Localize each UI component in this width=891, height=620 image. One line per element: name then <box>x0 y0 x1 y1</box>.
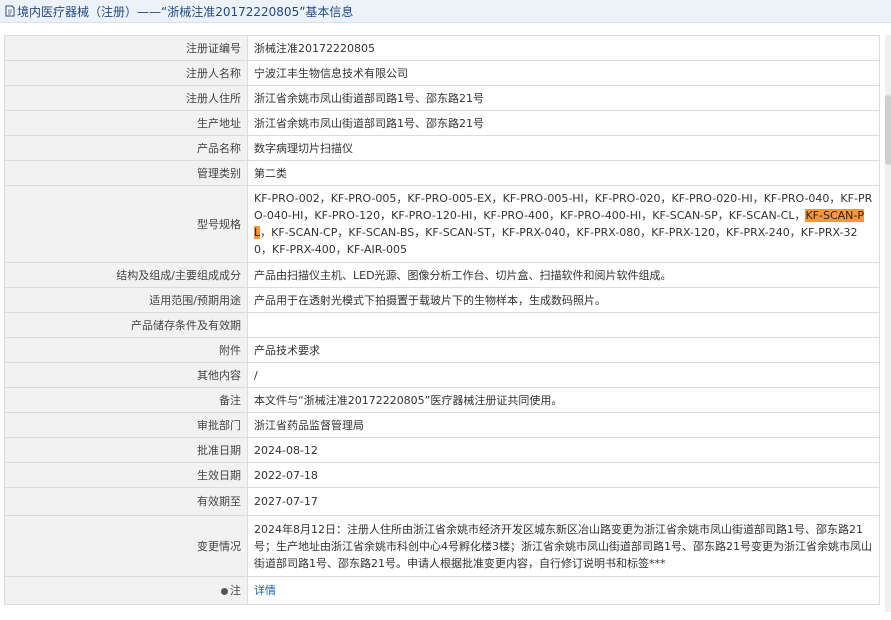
field-label: 型号规格 <box>4 185 248 263</box>
field-value: 浙江省余姚市凤山街道部司路1号、邵东路21号 <box>247 85 880 111</box>
table-row: 生产地址 浙江省余姚市凤山街道部司路1号、邵东路21号 <box>4 110 880 136</box>
note-value-cell: 详情 <box>247 576 880 605</box>
table-row: 注 详情 <box>4 576 880 605</box>
page-header: 境内医疗器械（注册）——“浙械注准20172220805”基本信息 <box>0 0 891 23</box>
field-label: 结构及组成/主要组成成分 <box>4 262 248 288</box>
pin-icon <box>221 587 228 595</box>
field-label: 变更情况 <box>4 515 248 577</box>
field-value: 产品由扫描仪主机、LED光源、图像分析工作台、切片盒、扫描软件和阅片软件组成。 <box>247 262 880 288</box>
field-value: 产品用于在透射光模式下拍摄置于载玻片下的生物样本，生成数码照片。 <box>247 287 880 313</box>
table-row: 变更情况 2024年8月12日：注册人住所由浙江省余姚市经济开发区城东新区冶山路… <box>4 515 880 577</box>
field-value <box>247 312 880 338</box>
field-value: 2024-08-12 <box>247 437 880 463</box>
field-value: 2024年8月12日：注册人住所由浙江省余姚市经济开发区城东新区冶山路变更为浙江… <box>247 515 880 577</box>
field-label: 其他内容 <box>4 362 248 388</box>
field-label: 生产地址 <box>4 110 248 136</box>
info-table: 注册证编号 浙械注准20172220805 注册人名称 宁波江丰生物信息技术有限… <box>4 35 880 605</box>
field-label: 产品储存条件及有效期 <box>4 312 248 338</box>
table-row: 注册人住所 浙江省余姚市凤山街道部司路1号、邵东路21号 <box>4 85 880 111</box>
table-row: 管理类别 第二类 <box>4 160 880 186</box>
field-label: 注册人住所 <box>4 85 248 111</box>
field-label: 注 <box>230 584 241 597</box>
field-label: 备注 <box>4 387 248 413</box>
document-icon <box>5 5 15 17</box>
field-label: 附件 <box>4 337 248 363</box>
note-label-cell: 注 <box>4 576 248 605</box>
table-row: 结构及组成/主要组成成分 产品由扫描仪主机、LED光源、图像分析工作台、切片盒、… <box>4 262 880 288</box>
field-value: 数字病理切片扫描仪 <box>247 135 880 161</box>
field-label: 批准日期 <box>4 437 248 463</box>
vertical-scrollbar[interactable] <box>885 35 891 612</box>
page-title: 境内医疗器械（注册）——“浙械注准20172220805”基本信息 <box>17 4 354 19</box>
field-value: 浙江省药品监督管理局 <box>247 412 880 438</box>
details-link[interactable]: 详情 <box>254 584 276 597</box>
table-row: 注册证编号 浙械注准20172220805 <box>4 35 880 61</box>
field-value: 浙械注准20172220805 <box>247 35 880 61</box>
table-row: 适用范围/预期用途 产品用于在透射光模式下拍摄置于载玻片下的生物样本，生成数码照… <box>4 287 880 313</box>
field-label: 适用范围/预期用途 <box>4 287 248 313</box>
field-value: 浙江省余姚市凤山街道部司路1号、邵东路21号 <box>247 110 880 136</box>
model-spec-text-rest: ，KF-SCAN-CP，KF-SCAN-BS，KF-SCAN-ST，KF-PRX… <box>254 226 858 256</box>
field-label: 有效期至 <box>4 487 248 516</box>
field-value: / <box>247 362 880 388</box>
field-label: 产品名称 <box>4 135 248 161</box>
table-row: 产品名称 数字病理切片扫描仪 <box>4 135 880 161</box>
table-row: 附件 产品技术要求 <box>4 337 880 363</box>
field-label: 管理类别 <box>4 160 248 186</box>
table-row: 其他内容 / <box>4 362 880 388</box>
table-row: 备注 本文件与“浙械注准20172220805”医疗器械注册证共同使用。 <box>4 387 880 413</box>
model-spec-value: KF-PRO-002，KF-PRO-005，KF-PRO-005-EX，KF-P… <box>247 185 880 263</box>
scrollbar-thumb[interactable] <box>885 95 891 165</box>
table-row: 批准日期 2024-08-12 <box>4 437 880 463</box>
table-row: 产品储存条件及有效期 <box>4 312 880 338</box>
field-value: 第二类 <box>247 160 880 186</box>
table-row: 型号规格 KF-PRO-002，KF-PRO-005，KF-PRO-005-EX… <box>4 185 880 263</box>
field-value: 产品技术要求 <box>247 337 880 363</box>
field-value: 本文件与“浙械注准20172220805”医疗器械注册证共同使用。 <box>247 387 880 413</box>
field-label: 注册人名称 <box>4 60 248 86</box>
info-table-container: 注册证编号 浙械注准20172220805 注册人名称 宁波江丰生物信息技术有限… <box>4 35 880 605</box>
field-value: 宁波江丰生物信息技术有限公司 <box>247 60 880 86</box>
field-value: 2027-07-17 <box>247 487 880 516</box>
field-label: 生效日期 <box>4 462 248 488</box>
model-spec-text: KF-PRO-002，KF-PRO-005，KF-PRO-005-EX，KF-P… <box>254 192 873 222</box>
field-label: 注册证编号 <box>4 35 248 61</box>
field-value: 2022-07-18 <box>247 462 880 488</box>
table-row: 有效期至 2027-07-17 <box>4 487 880 516</box>
table-row: 注册人名称 宁波江丰生物信息技术有限公司 <box>4 60 880 86</box>
field-label: 审批部门 <box>4 412 248 438</box>
table-row: 生效日期 2022-07-18 <box>4 462 880 488</box>
table-row: 审批部门 浙江省药品监督管理局 <box>4 412 880 438</box>
